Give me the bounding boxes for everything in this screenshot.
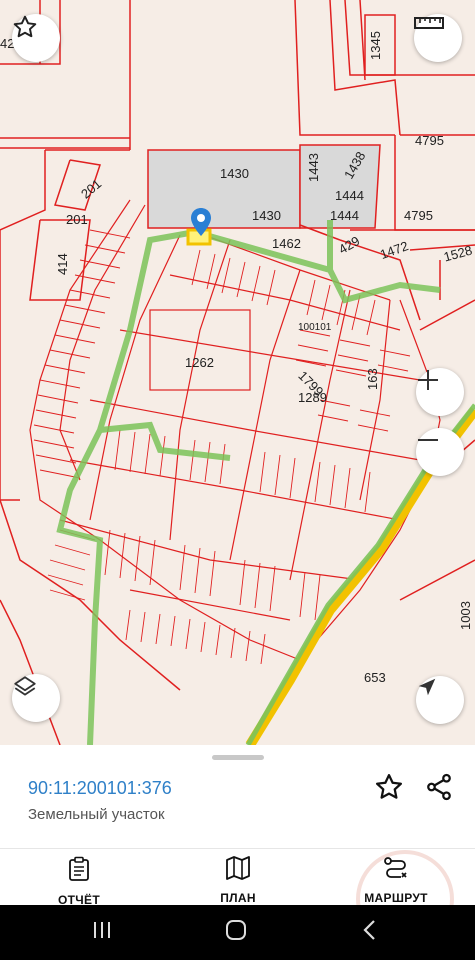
parcel-label: 163: [365, 368, 380, 390]
parcel-label: 4795: [404, 208, 433, 223]
parcel-label: 1345: [368, 31, 383, 60]
parcel-label: 1262: [185, 355, 214, 370]
parcel-label: 100101: [298, 322, 332, 333]
zoom-in-button[interactable]: [416, 368, 464, 416]
cadastral-map: [0, 0, 475, 745]
tab-route-label: МАРШРУТ: [364, 891, 428, 905]
zoom-out-button[interactable]: [416, 428, 464, 476]
parcel-label: 1430: [220, 166, 249, 181]
tab-plan[interactable]: ПЛАН: [178, 856, 298, 905]
favorite-map-button[interactable]: [12, 14, 60, 62]
recent-apps-icon: [91, 920, 113, 945]
locate-button[interactable]: [416, 676, 464, 724]
parcel-label: 1003: [458, 601, 473, 630]
tab-route[interactable]: МАРШРУТ: [336, 856, 456, 905]
sheet-drag-handle[interactable]: [212, 755, 264, 760]
recent-apps-button[interactable]: [62, 905, 142, 960]
map-pin-icon[interactable]: [191, 208, 211, 236]
cadastral-number[interactable]: 90:11:200101:376: [28, 778, 172, 799]
parcel-label: 1443: [306, 153, 321, 182]
system-nav-bar: [0, 905, 475, 960]
parcel-label: 1444: [330, 208, 359, 223]
parcel-label: 1444: [335, 188, 364, 203]
back-button[interactable]: [330, 905, 410, 960]
map-icon: [225, 856, 251, 885]
share-icon: [424, 773, 454, 806]
home-icon: [224, 918, 248, 947]
parcel-label: 414: [55, 253, 70, 275]
star-icon: [374, 774, 404, 806]
route-icon: [383, 856, 409, 885]
map-view[interactable]: 42 1345 4795 1430 1443 1438 1444 1444 14…: [0, 0, 475, 745]
share-button[interactable]: [424, 772, 454, 807]
back-icon: [362, 919, 378, 946]
sheet-divider: [0, 848, 475, 849]
parcel-label: 201: [66, 212, 88, 227]
parcel-label: 4795: [415, 133, 444, 148]
parcel-label: 653: [364, 670, 386, 685]
report-icon: [67, 856, 91, 887]
tab-plan-label: ПЛАН: [220, 891, 256, 905]
parcel-type: Земельный участок: [28, 806, 165, 823]
home-button[interactable]: [196, 905, 276, 960]
ruler-button[interactable]: [414, 14, 462, 62]
parcel-label: 1462: [272, 236, 301, 251]
tab-report[interactable]: ОТЧЁТ: [19, 856, 139, 907]
parcel-label: 1289: [298, 390, 327, 405]
favorite-button[interactable]: [374, 772, 404, 807]
layers-button[interactable]: [12, 674, 60, 722]
parcel-label: 1430: [252, 208, 281, 223]
